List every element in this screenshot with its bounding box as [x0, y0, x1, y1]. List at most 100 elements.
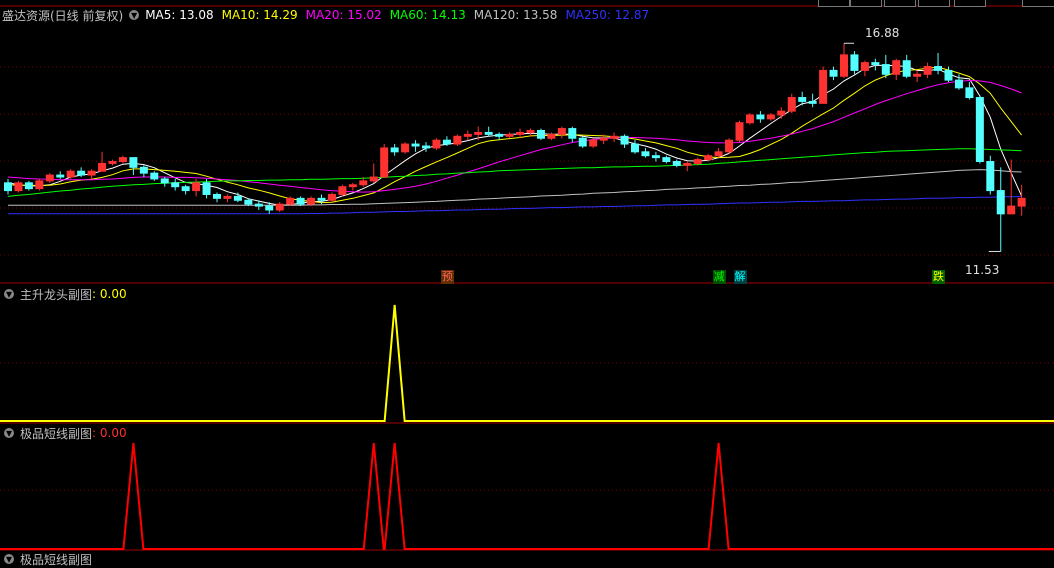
sub1-title: 主升龙头副图: [20, 287, 93, 302]
candle-down: [798, 97, 807, 102]
ma-line-ma20: [7, 79, 1022, 193]
candle-up: [913, 73, 922, 77]
candle-up: [275, 203, 284, 211]
candle-down: [850, 54, 859, 71]
candle-down: [265, 205, 274, 211]
candle-up: [745, 114, 754, 124]
candle-down: [202, 182, 211, 195]
candle-up: [819, 69, 828, 104]
candle-up: [474, 131, 483, 135]
main-title: 盛达资源(日线 前复权): [2, 8, 124, 23]
candle-up: [589, 139, 598, 147]
indicator-menu-icon[interactable]: ▾: [4, 427, 14, 439]
candle-down: [996, 190, 1005, 215]
ma-label-ma250: MA250: 12.87: [565, 8, 650, 22]
candle-down: [631, 143, 639, 153]
sub2-legend: ▾ 极品短线副图 : 0.00: [0, 425, 133, 441]
candle-down: [578, 137, 587, 147]
candle-down: [171, 182, 180, 188]
candle-down: [620, 135, 629, 145]
candle-up: [327, 193, 336, 201]
toolbar-button[interactable]: [1022, 0, 1054, 7]
candle-up: [453, 135, 462, 145]
candle-down: [442, 139, 451, 145]
candle-down: [56, 174, 65, 178]
candle-down: [568, 128, 577, 139]
sub3-legend: ▾ 极品短线副图: [0, 551, 98, 567]
candle-down: [77, 170, 86, 176]
candle-up: [557, 128, 566, 135]
candle-down: [160, 178, 169, 184]
candle-up: [840, 54, 848, 77]
candle-down: [641, 151, 650, 157]
candle-up: [223, 195, 232, 199]
candle-up: [192, 182, 201, 192]
candle-down: [986, 161, 995, 192]
candle-up: [1017, 197, 1026, 207]
sub2-value: : 0.00: [92, 426, 127, 440]
candle-down: [829, 69, 838, 77]
candle-up: [860, 62, 869, 71]
toolbar-button[interactable]: [918, 0, 950, 7]
candle-down: [390, 147, 399, 153]
candle-up: [599, 137, 608, 141]
candle-down: [808, 100, 817, 104]
candle-up: [505, 133, 514, 137]
chart-canvas[interactable]: [0, 0, 1054, 558]
candle-down: [954, 79, 963, 89]
candle-down: [902, 60, 911, 77]
candle-down: [139, 166, 148, 174]
toolbar-button[interactable]: [850, 0, 882, 7]
candle-down: [4, 182, 12, 192]
candle-down: [536, 129, 545, 139]
candle-up: [787, 97, 796, 112]
candle-up: [401, 143, 410, 153]
candle-down: [756, 114, 765, 120]
ma-line-ma5: [7, 64, 1023, 206]
candle-up: [108, 161, 117, 164]
ma-label-ma120: MA120: 13.58: [473, 8, 558, 22]
ma-line-ma10: [7, 66, 1022, 204]
candle-down: [672, 161, 681, 166]
candle-up: [118, 157, 127, 163]
candle-down: [495, 133, 504, 137]
candle-up: [923, 66, 932, 75]
candle-down: [150, 172, 159, 180]
candle-down: [662, 157, 671, 163]
candle-up: [547, 133, 556, 139]
candle-up: [777, 110, 786, 116]
indicator-menu-icon[interactable]: ▾: [4, 288, 14, 300]
candle-up: [704, 155, 713, 161]
candle-up: [286, 197, 295, 205]
candle-down: [24, 182, 33, 190]
candle-down: [254, 203, 263, 207]
candle-down: [129, 157, 138, 168]
toolbar-button[interactable]: [818, 0, 850, 7]
sub1-line: [0, 304, 1054, 422]
candle-down: [181, 186, 190, 192]
candle-down: [244, 199, 253, 205]
candle-down: [871, 62, 880, 66]
candle-down: [944, 69, 953, 81]
candle-up: [526, 129, 535, 133]
candle-up: [892, 60, 901, 75]
sub3-title: 极品短线副图: [20, 552, 93, 567]
ma-line-ma60: [7, 148, 1022, 197]
candle-down: [422, 145, 430, 149]
sub2-title: 极品短线副图: [20, 426, 93, 441]
candle-up: [369, 176, 378, 182]
indicator-menu-icon[interactable]: ▾: [4, 553, 14, 565]
ma-legend: MA5: 13.08 MA10: 14.29 MA20: 15.02 MA60: 14…: [145, 8, 657, 22]
main-legend: 盛达资源(日线 前复权) ▾ MA5: 13.08 MA10: 14.29 MA20…: [0, 7, 657, 23]
candle-up: [348, 184, 357, 188]
low-price-label: 11.53: [965, 263, 1000, 277]
candle-up: [87, 170, 96, 176]
candle-down: [411, 143, 420, 147]
indicator-menu-icon[interactable]: ▾: [129, 9, 140, 21]
toolbar-button[interactable]: [884, 0, 916, 7]
candle-up: [516, 131, 525, 135]
candle-up: [735, 122, 744, 141]
toolbar-button[interactable]: [954, 0, 986, 7]
ma-label-ma5: MA5: 13.08: [145, 8, 214, 22]
candle-up: [714, 151, 723, 157]
